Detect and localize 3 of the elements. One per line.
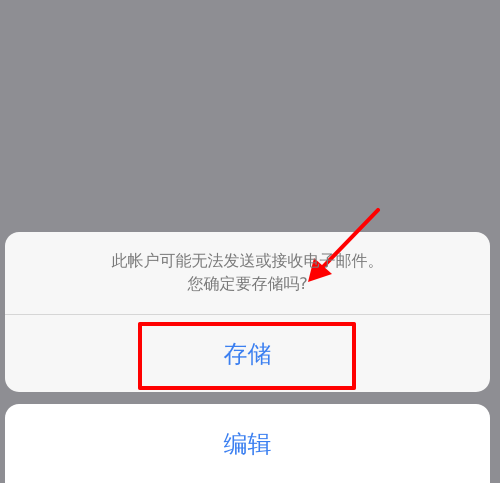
action-button[interactable]: 编辑 <box>5 404 490 483</box>
alert-message: 您确定要存储吗? <box>187 274 308 295</box>
action-button[interactable]: 存储 <box>5 315 490 392</box>
